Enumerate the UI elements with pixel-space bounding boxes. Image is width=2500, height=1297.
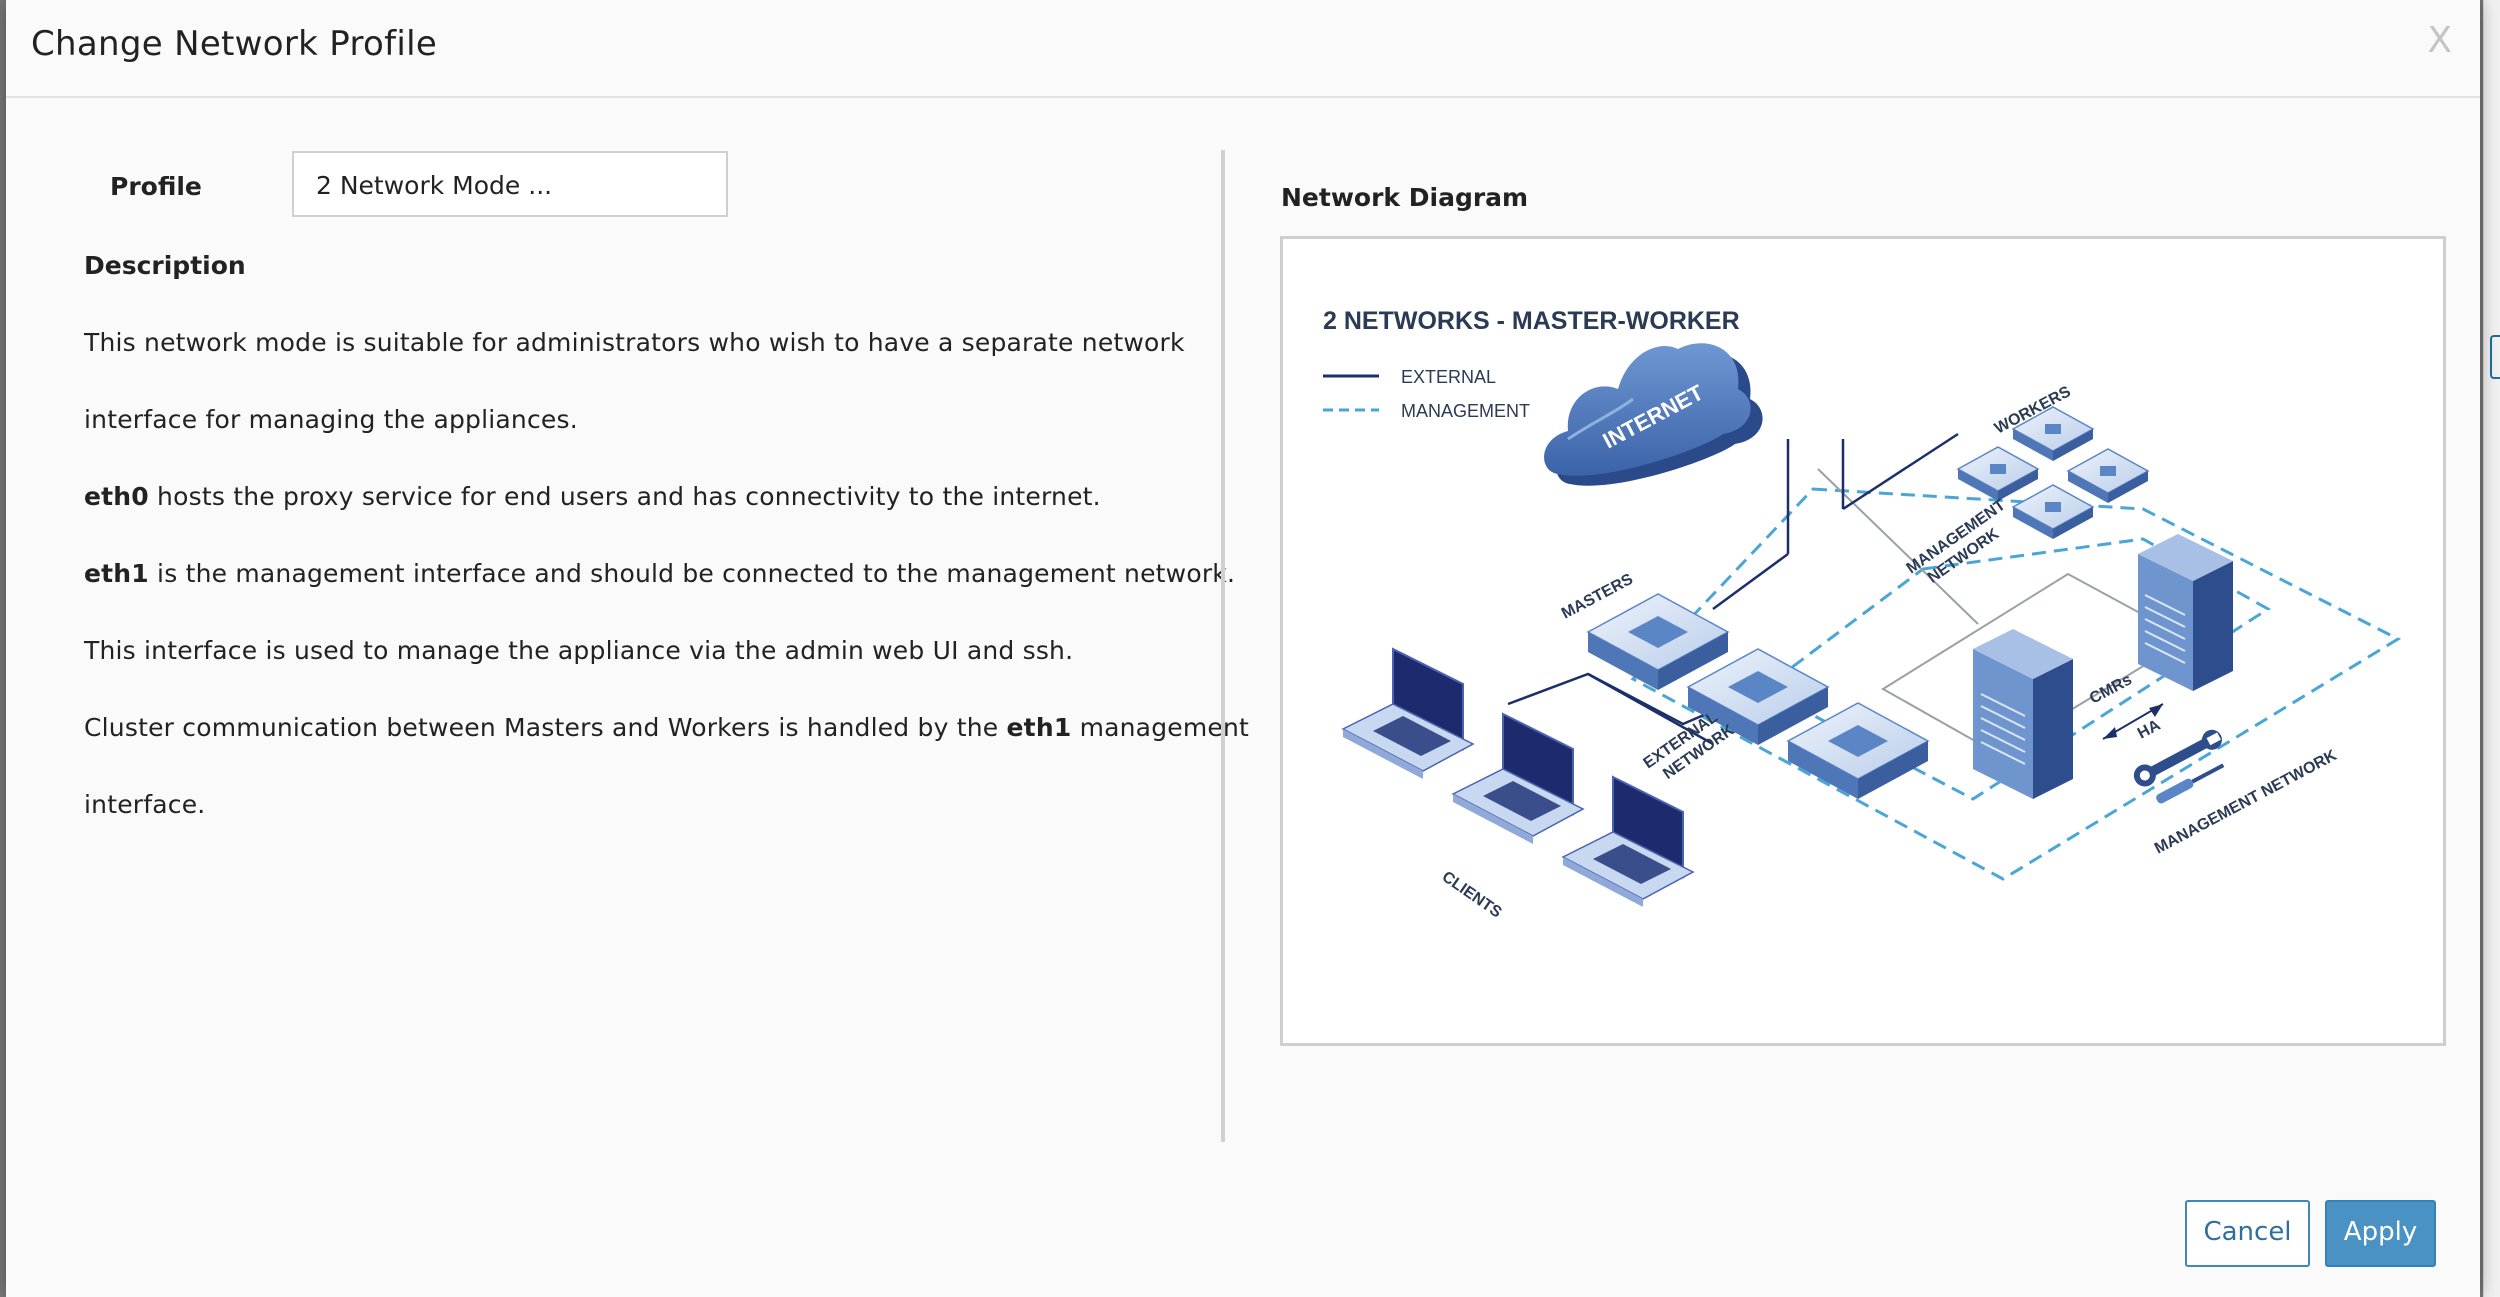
- description-bold-term: eth1: [84, 559, 149, 588]
- dialog-title: Change Network Profile: [31, 24, 438, 64]
- description-line: eth1 is the management interface and sho…: [84, 559, 1235, 588]
- close-icon[interactable]: X: [2427, 20, 2452, 61]
- apply-button[interactable]: Apply: [2325, 1200, 2436, 1267]
- clients-label: CLIENTS: [1439, 868, 1505, 921]
- description-text: hosts the proxy service for end users an…: [148, 482, 1101, 511]
- network-diagram: 2 NETWORKS - MASTER-WORKER EXTERNAL MANA…: [1280, 236, 2446, 1046]
- ha-label: HA: [2135, 716, 2164, 742]
- description-text: This interface is used to manage the app…: [84, 636, 1074, 665]
- background-tab-edge: [2490, 335, 2500, 379]
- cmr-server-icon: [2138, 534, 2233, 691]
- diagram-title: 2 NETWORKS - MASTER-WORKER: [1323, 307, 1740, 335]
- legend-management-label: MANAGEMENT: [1401, 401, 1530, 421]
- laptop-icon: [1561, 775, 1695, 907]
- description-text: Cluster communication between Masters an…: [84, 713, 1007, 742]
- description-text: interface for managing the appliances.: [84, 405, 578, 434]
- network-diagram-label: Network Diagram: [1281, 183, 1529, 212]
- management-network-top-label: MANAGEMENT NETWORK: [1904, 494, 2024, 594]
- description-text: This network mode is suitable for admini…: [84, 328, 1185, 357]
- laptop-icon: [1451, 712, 1585, 844]
- description-line: interface.: [84, 790, 205, 819]
- profile-form-panel: Profile 2 Network Mode ... Description T…: [6, 96, 1249, 1146]
- cancel-button[interactable]: Cancel: [2185, 1200, 2310, 1267]
- description-bold-term: eth1: [1006, 713, 1072, 742]
- description-line: This interface is used to manage the app…: [84, 636, 1073, 665]
- description-line: interface for managing the appliances.: [84, 405, 578, 434]
- description-label: Description: [84, 251, 246, 280]
- description-bold-term: eth0: [84, 482, 149, 511]
- cmrs-label: CMRs: [2087, 671, 2135, 707]
- cmr-server-icon: [1973, 629, 2073, 799]
- vertical-divider: [1221, 150, 1225, 1142]
- description-text: interface.: [84, 790, 206, 819]
- network-diagram-svg: 2 NETWORKS - MASTER-WORKER EXTERNAL MANA…: [1323, 307, 2402, 922]
- dialog-header: Change Network Profile X: [6, 0, 2480, 98]
- laptop-icon: [1341, 647, 1475, 779]
- profile-select[interactable]: 2 Network Mode ...: [292, 151, 728, 217]
- clients-external-network: [1507, 672, 1714, 726]
- description-text: is the management interface and should b…: [148, 559, 1236, 588]
- masters-icon: [1586, 593, 1930, 799]
- description-line: This network mode is suitable for admini…: [84, 328, 1185, 357]
- description-line: eth0 hosts the proxy service for end use…: [84, 482, 1101, 511]
- background-page-edge: [2483, 0, 2500, 1297]
- ha-arrow-head: [2149, 704, 2163, 717]
- profile-label: Profile: [110, 172, 202, 201]
- ha-arrow-head: [2103, 727, 2117, 739]
- management-network-bottom-label: MANAGEMENT NETWORK: [2152, 747, 2340, 858]
- legend-external-label: EXTERNAL: [1401, 367, 1496, 387]
- internet-to-workers-link: [1842, 432, 1959, 511]
- change-network-profile-dialog: Change Network Profile X Profile 2 Netwo…: [6, 0, 2480, 1297]
- description-line: Cluster communication between Masters an…: [84, 713, 1249, 742]
